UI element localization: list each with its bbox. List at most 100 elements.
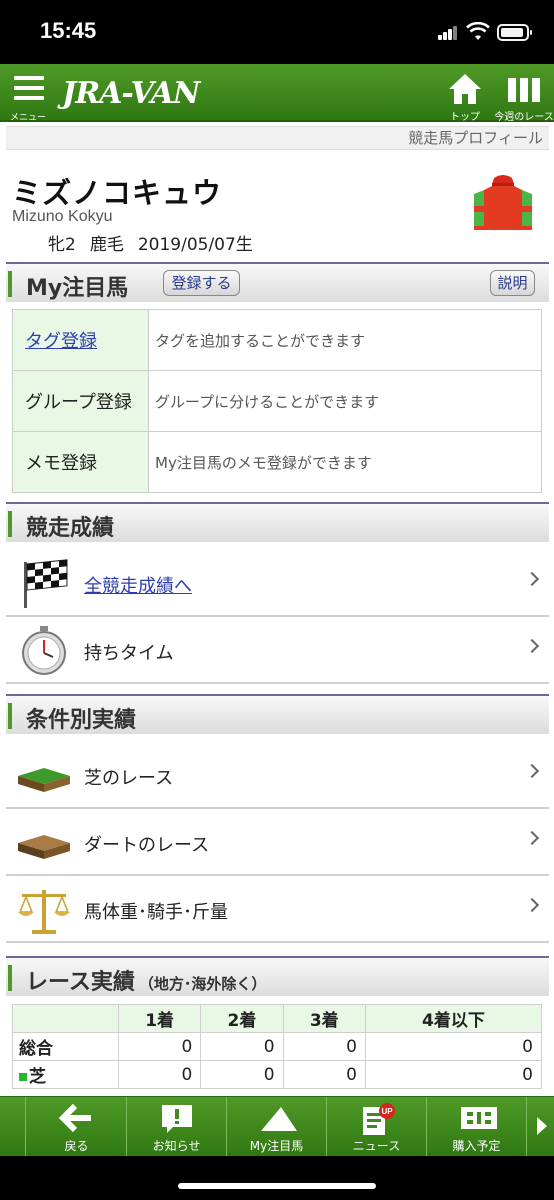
this-week-races-label: 今週のレース — [494, 112, 554, 123]
conditions-title: 条件別実績 — [26, 708, 137, 733]
turf-icon — [18, 768, 70, 792]
top-label: トップ — [450, 112, 480, 123]
menu-icon — [14, 76, 44, 80]
my-horse-section-header: My注目馬 — [6, 262, 549, 302]
news-badge: UP — [381, 1107, 393, 1116]
notice-icon — [162, 1105, 192, 1133]
conditions-section-header: 条件別実績 — [6, 694, 549, 734]
horse-roman-name: Mizuno Kokyu — [12, 208, 113, 225]
my-horse-table: タグ登録 タグを追加することができます グループ登録 グループに分けることができ… — [12, 309, 542, 493]
header-3rd: 3着 — [282, 1004, 366, 1033]
back-arrow-icon — [59, 1103, 91, 1133]
dirt-icon — [18, 835, 70, 859]
tag-register-link[interactable]: タグ登録 — [25, 331, 97, 352]
back-button[interactable]: 戻る — [27, 1097, 127, 1157]
notices-label: お知らせ — [152, 1139, 201, 1153]
menu-icon-bar — [14, 86, 44, 90]
breadcrumb: 競走馬プロフィール — [6, 126, 549, 150]
weight-jockey-label: 馬体重･騎手･斤量 — [84, 902, 228, 923]
turf-square-icon — [19, 1073, 27, 1081]
race-results-title-text: レース実績 — [26, 970, 135, 995]
dirt-races-link[interactable]: ダートのレース — [6, 809, 549, 876]
race-results-title: レース実績 （地方･海外除く） — [26, 964, 266, 996]
columns-icon — [508, 78, 540, 102]
header-empty — [12, 1004, 119, 1033]
register-button[interactable]: 登録する — [163, 270, 240, 296]
table-row: 総合 0 0 0 0 — [12, 1032, 543, 1061]
notices-button[interactable]: お知らせ — [127, 1097, 227, 1157]
my-horse-nav-button[interactable]: My注目馬 — [227, 1097, 327, 1157]
group-register-desc: グループに分けることができます — [148, 370, 542, 432]
purchase-plan-label: 購入予定 — [452, 1139, 501, 1153]
battery-icon — [497, 24, 532, 41]
menu-icon-bar — [14, 96, 44, 100]
horse-sex-age: 牝2 — [48, 235, 76, 255]
table-row: タグ登録 タグを追加することができます — [12, 309, 542, 371]
row-label-cell: 芝 — [12, 1060, 119, 1089]
cell: 0 — [282, 1032, 366, 1061]
best-times-link[interactable]: 持ちタイム — [6, 617, 549, 684]
checkered-flag-icon — [24, 559, 68, 608]
horse-profile-header: ミズノコキュウ Mizuno Kokyu 牝2 鹿毛 2019/05/07生 — [12, 170, 253, 255]
horse-info: 牝2 鹿毛 2019/05/07生 — [48, 230, 267, 255]
help-button[interactable]: 説明 — [490, 270, 535, 296]
table-row: メモ登録 My注目馬のメモ登録ができます — [12, 431, 542, 493]
my-horse-title: My注目馬 — [26, 276, 129, 301]
status-bar: 15:45 — [0, 0, 554, 64]
ticket-icon — [461, 1107, 497, 1129]
dirt-races-label: ダートのレース — [84, 835, 210, 856]
chevron-right-icon — [524, 897, 540, 913]
this-week-races-button[interactable]: 今週のレース — [494, 70, 554, 123]
top-navigation: メニュー JRA-VAN トップ 今週のレース — [0, 64, 554, 123]
purchase-plan-button[interactable]: 購入予定 — [427, 1097, 527, 1157]
all-race-results-link[interactable]: 全競走成績へ — [6, 550, 549, 617]
horse-coat: 鹿毛 — [89, 235, 124, 255]
cell: 0 — [282, 1060, 366, 1089]
signal-icon — [438, 26, 458, 40]
header-1st: 1着 — [117, 1004, 202, 1033]
race-results-section-header: レース実績 （地方･海外除く） — [6, 956, 549, 996]
weight-jockey-link[interactable]: 馬体重･騎手･斤量 — [6, 876, 549, 943]
horse-birthdate: 2019/05/07生 — [137, 235, 253, 255]
menu-label: メニュー — [10, 113, 47, 123]
cell: 0 — [117, 1032, 202, 1061]
chevron-right-icon — [524, 763, 540, 779]
menu-button[interactable]: メニュー — [10, 70, 50, 123]
home-indicator-area — [0, 1156, 554, 1200]
home-indicator[interactable] — [178, 1183, 376, 1189]
triangle-right-icon — [537, 1117, 547, 1135]
scroll-right-button[interactable] — [528, 1097, 554, 1157]
chevron-right-icon — [524, 638, 540, 654]
news-button[interactable]: UP ニュース — [327, 1097, 427, 1157]
cell: 0 — [364, 1060, 543, 1089]
race-results-table: 1着 2着 3着 4着以下 総合 0 0 0 0 芝 0 0 0 0 — [12, 1004, 543, 1089]
my-horse-icon — [261, 1107, 297, 1131]
horse-name: ミズノコキュウ — [12, 176, 223, 210]
top-button[interactable]: トップ — [437, 70, 493, 123]
chevron-right-icon — [524, 830, 540, 846]
header-4th-or-lower: 4着以下 — [364, 1004, 543, 1033]
memo-register-desc: My注目馬のメモ登録ができます — [148, 431, 542, 493]
turf-races-label: 芝のレース — [84, 768, 174, 789]
cell: 0 — [200, 1060, 284, 1089]
stopwatch-icon — [22, 626, 66, 675]
tag-register-desc: タグを追加することができます — [148, 309, 542, 371]
my-horse-nav-label: My注目馬 — [249, 1139, 304, 1153]
best-times-label: 持ちタイム — [84, 643, 174, 664]
cell: 0 — [117, 1060, 202, 1089]
jra-van-logo[interactable]: JRA-VAN — [62, 76, 200, 111]
chevron-right-icon — [524, 571, 540, 587]
wifi-icon — [466, 22, 490, 40]
table-header-row: 1着 2着 3着 4着以下 — [12, 1004, 543, 1033]
row-label: 総合 — [12, 1032, 119, 1061]
scroll-left-area — [0, 1097, 26, 1157]
back-label: 戻る — [64, 1139, 89, 1153]
news-label: ニュース — [352, 1139, 401, 1153]
all-race-results-label: 全競走成績へ — [84, 576, 192, 597]
news-icon: UP — [363, 1103, 395, 1135]
race-record-section-header: 競走成績 — [6, 502, 549, 542]
scale-icon — [18, 890, 70, 934]
turf-races-link[interactable]: 芝のレース — [6, 742, 549, 809]
cell: 0 — [200, 1032, 284, 1061]
tag-register-cell: タグ登録 — [12, 309, 149, 371]
